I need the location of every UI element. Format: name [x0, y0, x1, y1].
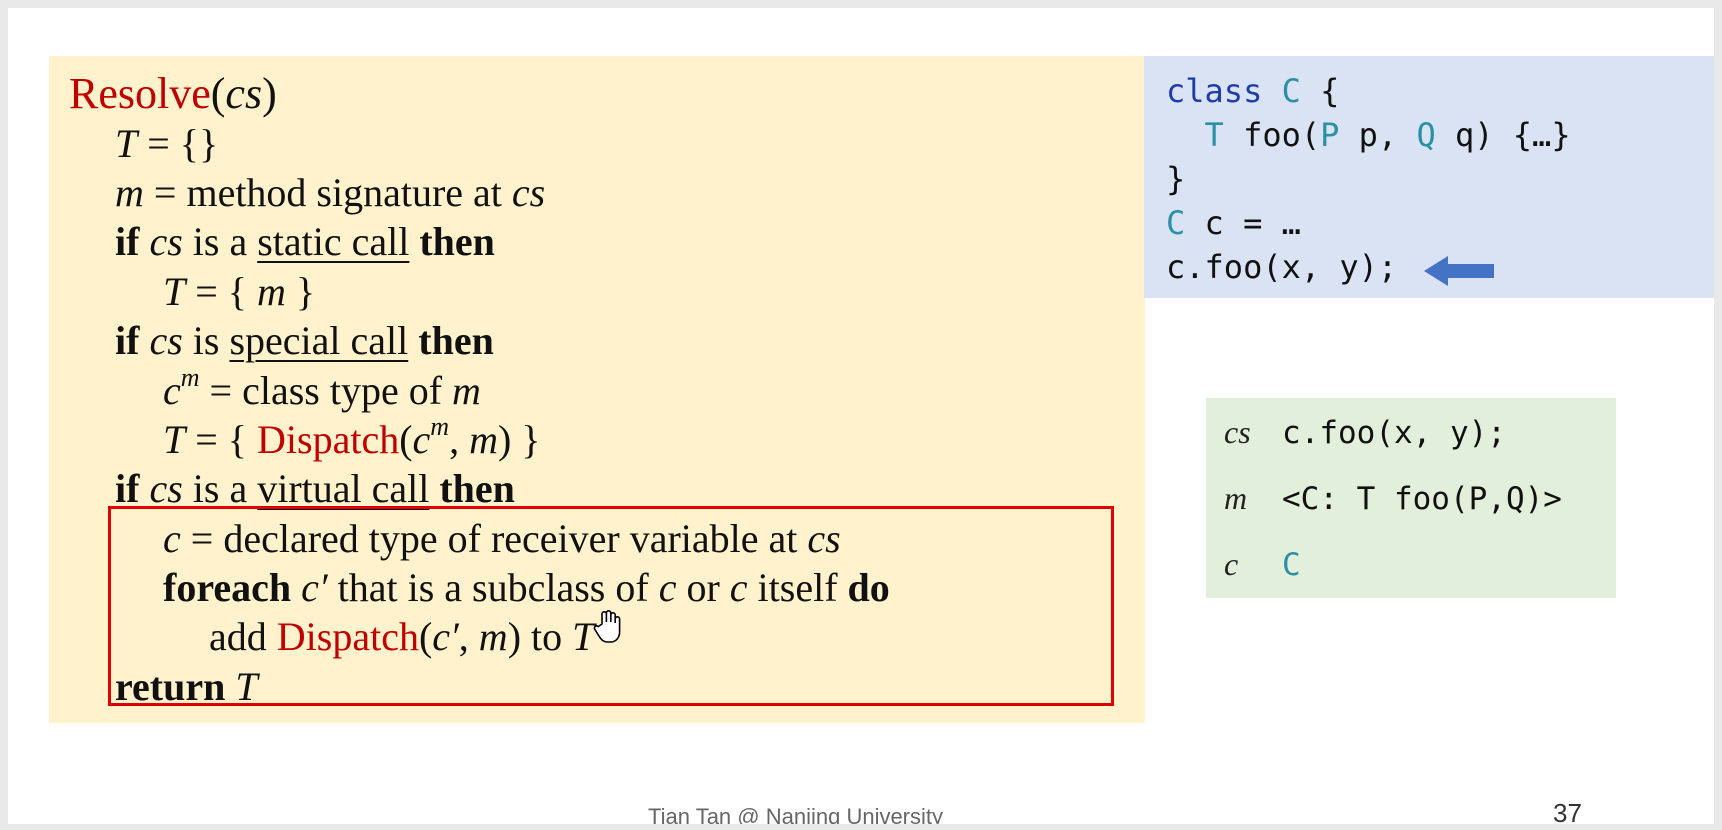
variables-panel: cs c.foo(x, y); m <C: T foo(P,Q)> cC — [1206, 398, 1616, 598]
line-if-special: if cs is special call then — [115, 318, 494, 363]
line-class-type: cm = class type of m — [163, 363, 481, 414]
code-line-2: T foo(P p, Q q) {…} — [1204, 116, 1571, 154]
code-line-1: class C { — [1166, 72, 1340, 110]
line-method-sig: m = method signature at cs — [115, 170, 546, 215]
code-line-4: C c = … — [1166, 204, 1301, 242]
var-row-m: m <C: T foo(P,Q)> — [1224, 480, 1562, 517]
page-number: 37 — [1553, 798, 1582, 824]
footer-credit: Tian Tan @ Nanjing University — [648, 804, 944, 824]
hand-cursor-icon — [593, 610, 621, 643]
code-example-panel: class C { T foo(P p, Q q) {…} } C c = … … — [1144, 56, 1714, 298]
line-special-T: T = { Dispatch(cm, m) } — [163, 412, 541, 463]
slide: Resolve(cs) T = {} m = method signature … — [8, 8, 1714, 824]
virtual-call-term: virtual call — [257, 466, 430, 511]
resolve-fn-name: Resolve — [69, 69, 211, 118]
line-if-static: if cs is a static call then — [115, 219, 495, 264]
var-row-c: cC — [1224, 546, 1301, 583]
line-static-T: T = { m } — [163, 269, 316, 314]
left-arrow-icon — [1424, 256, 1494, 286]
special-call-term: special call — [229, 318, 409, 363]
var-row-cs: cs c.foo(x, y); — [1224, 414, 1506, 451]
dispatch-fn: Dispatch — [257, 417, 400, 462]
code-line-3: } — [1166, 160, 1186, 198]
title-arg: cs — [225, 69, 263, 118]
static-call-term: static call — [257, 219, 410, 264]
algorithm-title: Resolve(cs) — [69, 69, 277, 118]
code-line-5: c.foo(x, y); — [1166, 248, 1398, 286]
virtual-call-highlight-box — [108, 506, 1114, 706]
line-init-T: T = {} — [115, 121, 219, 166]
